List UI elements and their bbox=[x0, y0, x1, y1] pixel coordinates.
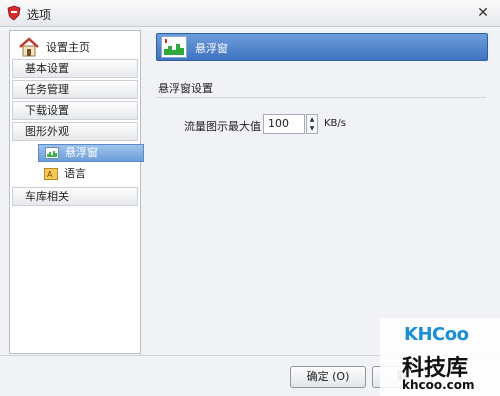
ok-button[interactable]: 确定 (O) bbox=[290, 366, 366, 388]
sidebar-item-label: 图形外观 bbox=[25, 125, 69, 138]
section-divider bbox=[156, 97, 486, 98]
close-icon: ✕ bbox=[477, 5, 489, 21]
options-window: 选项 ✕ 设置主页 基本设置 任务管理 下载设置 图形外观 悬浮窗 A 语言 车… bbox=[0, 0, 500, 396]
app-shield-icon bbox=[7, 5, 21, 21]
window-title: 选项 bbox=[27, 8, 52, 22]
sidebar-item-label: 设置主页 bbox=[46, 41, 90, 54]
watermark-url: khcoo.com bbox=[402, 378, 475, 392]
sidebar-item-appearance[interactable]: 图形外观 bbox=[12, 122, 138, 141]
spin-down-icon[interactable]: ▼ bbox=[307, 124, 317, 133]
sidebar-item-label: 语言 bbox=[64, 167, 86, 180]
content-header-title: 悬浮窗 bbox=[195, 42, 228, 55]
max-flow-spinner[interactable]: ▲ ▼ bbox=[306, 114, 318, 134]
sidebar-item-label: 下载设置 bbox=[25, 104, 69, 117]
sidebar-subitem-float-window[interactable]: 悬浮窗 bbox=[38, 144, 144, 162]
content-header: 悬浮窗 bbox=[156, 33, 488, 61]
sidebar-item-label: 悬浮窗 bbox=[65, 146, 98, 159]
max-flow-label: 流量图示最大值 bbox=[184, 120, 261, 133]
sidebar-item-tasks[interactable]: 任务管理 bbox=[12, 80, 138, 99]
house-icon bbox=[19, 37, 39, 57]
max-flow-input[interactable]: 100 bbox=[263, 114, 305, 134]
close-button[interactable]: ✕ bbox=[474, 4, 492, 22]
spin-up-icon[interactable]: ▲ bbox=[307, 115, 317, 124]
title-bar: 选项 ✕ bbox=[0, 0, 500, 27]
max-flow-unit: KB/s bbox=[324, 118, 346, 129]
float-window-icon bbox=[45, 147, 59, 159]
language-icon: A bbox=[44, 168, 58, 180]
sidebar-item-label: 基本设置 bbox=[25, 62, 69, 75]
watermark-logo-text: KHCoo bbox=[404, 324, 469, 345]
sidebar-item-garage[interactable]: 车库相关 bbox=[12, 187, 138, 206]
section-title: 悬浮窗设置 bbox=[158, 82, 213, 95]
svg-text:A: A bbox=[47, 170, 53, 179]
sidebar-item-basic[interactable]: 基本设置 bbox=[12, 59, 138, 78]
float-window-chart-icon bbox=[161, 36, 187, 58]
sidebar-subitem-language[interactable]: A 语言 bbox=[38, 165, 92, 183]
sidebar-item-label: 任务管理 bbox=[25, 83, 69, 96]
settings-sidebar: 设置主页 基本设置 任务管理 下载设置 图形外观 悬浮窗 A 语言 车库相关 bbox=[9, 30, 144, 354]
watermark: KHCoo 科技库 khcoo.com bbox=[380, 318, 500, 396]
sidebar-item-download[interactable]: 下载设置 bbox=[12, 101, 138, 120]
sidebar-item-label: 车库相关 bbox=[25, 190, 69, 203]
sidebar-item-home[interactable]: 设置主页 bbox=[18, 35, 90, 59]
